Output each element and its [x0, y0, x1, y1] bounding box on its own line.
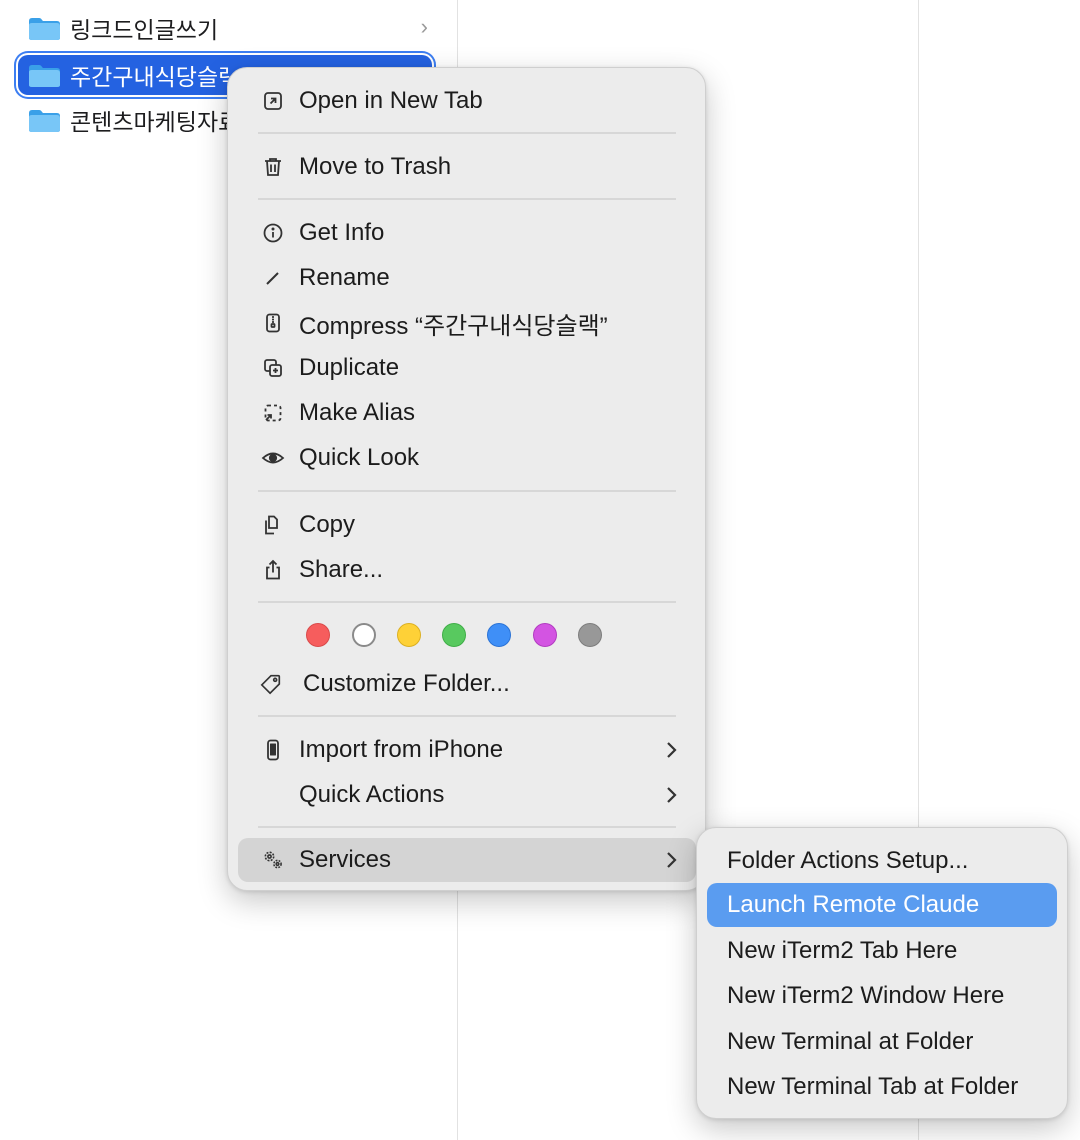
folder-row[interactable]: 링크드인글쓰기 › — [18, 8, 432, 48]
open-new-tab-icon — [260, 79, 286, 123]
submenu-item-new-iterm2-window[interactable]: New iTerm2 Window Here — [707, 974, 1057, 1018]
tag-color-none[interactable] — [352, 623, 376, 647]
alias-icon — [260, 391, 286, 435]
menu-item-rename[interactable]: Rename — [238, 256, 696, 300]
tag-color-gray[interactable] — [578, 623, 602, 647]
tag-icon — [258, 662, 284, 706]
menu-item-label: Make Alias — [299, 399, 416, 426]
pencil-icon — [260, 256, 286, 300]
menu-item-label: Move to Trash — [299, 153, 452, 180]
menu-item-label: Compress “주간구내식당슬랙” — [299, 312, 608, 340]
menu-separator — [258, 198, 676, 200]
menu-item-share[interactable]: Share... — [238, 548, 696, 592]
menu-item-label: Get Info — [299, 219, 385, 246]
tag-color-blue[interactable] — [487, 623, 511, 647]
menu-item-copy[interactable]: Copy — [238, 503, 696, 547]
menu-item-label: Services — [299, 846, 392, 873]
chevron-right-icon — [667, 787, 677, 803]
menu-item-label: Quick Look — [299, 444, 420, 471]
menu-item-quick-actions[interactable]: Quick Actions — [238, 773, 696, 817]
tag-color-yellow[interactable] — [397, 623, 421, 647]
menu-separator — [258, 715, 676, 717]
services-submenu: Folder Actions Setup... Launch Remote Cl… — [696, 827, 1068, 1119]
menu-item-customize-folder[interactable]: Customize Folder... — [238, 662, 696, 706]
menu-item-label: Import from iPhone — [299, 736, 504, 763]
chevron-right-icon — [667, 852, 677, 868]
menu-item-label: Launch Remote Claude — [727, 891, 980, 918]
menu-item-label: New iTerm2 Tab Here — [727, 937, 958, 964]
iphone-icon — [260, 728, 286, 772]
folder-icon — [29, 65, 60, 87]
eye-icon — [260, 436, 286, 480]
duplicate-icon — [260, 346, 286, 390]
folder-name: 콘텐츠마케팅자료 — [70, 109, 230, 135]
submenu-item-launch-remote-claude[interactable]: Launch Remote Claude — [707, 883, 1057, 927]
menu-item-label: Quick Actions — [299, 781, 445, 808]
tag-color-green[interactable] — [442, 623, 466, 647]
menu-item-label: Duplicate — [299, 354, 400, 381]
menu-item-import-iphone[interactable]: Import from iPhone — [238, 728, 696, 772]
menu-item-label: New Terminal Tab at Folder — [727, 1073, 1019, 1100]
folder-icon — [29, 18, 60, 40]
menu-item-label: Copy — [299, 511, 356, 538]
menu-separator — [258, 826, 676, 828]
menu-item-compress[interactable]: Compress “주간구내식당슬랙” — [238, 301, 696, 345]
menu-separator — [258, 132, 676, 134]
chevron-right-icon: › — [420, 14, 428, 39]
gears-icon — [260, 838, 286, 882]
share-icon — [260, 548, 286, 592]
submenu-item-new-iterm2-tab[interactable]: New iTerm2 Tab Here — [707, 929, 1057, 973]
menu-item-label: Rename — [299, 264, 390, 291]
menu-item-label: New iTerm2 Window Here — [727, 982, 1005, 1009]
menu-item-label: Share... — [299, 556, 384, 583]
folder-icon — [29, 110, 60, 132]
menu-item-make-alias[interactable]: Make Alias — [238, 391, 696, 435]
tag-color-red[interactable] — [306, 623, 330, 647]
submenu-item-new-terminal-at-folder[interactable]: New Terminal at Folder — [707, 1020, 1057, 1064]
menu-item-services[interactable]: Services — [238, 838, 696, 882]
folder-name: 주간구내식당슬랙 — [70, 64, 230, 90]
menu-item-label: New Terminal at Folder — [727, 1028, 974, 1055]
menu-item-label: Folder Actions Setup... — [727, 847, 969, 874]
context-menu: Open in New Tab Move to Trash Get Info R… — [227, 67, 706, 891]
chevron-right-icon — [667, 742, 677, 758]
archive-icon — [260, 301, 286, 345]
menu-item-quick-look[interactable]: Quick Look — [238, 436, 696, 480]
menu-item-open-new-tab[interactable]: Open in New Tab — [238, 79, 696, 123]
info-icon — [260, 211, 286, 255]
menu-item-label: Customize Folder... — [303, 670, 510, 697]
menu-item-duplicate[interactable]: Duplicate — [238, 346, 696, 390]
menu-item-move-to-trash[interactable]: Move to Trash — [238, 145, 696, 189]
tag-color-purple[interactable] — [533, 623, 557, 647]
menu-separator — [258, 490, 676, 492]
submenu-item-folder-actions-setup[interactable]: Folder Actions Setup... — [707, 839, 1057, 883]
menu-item-label: Open in New Tab — [299, 87, 483, 114]
submenu-item-new-terminal-tab-at-folder[interactable]: New Terminal Tab at Folder — [707, 1065, 1057, 1109]
copy-icon — [260, 503, 286, 547]
folder-name: 링크드인글쓰기 — [70, 17, 219, 43]
trash-icon — [260, 145, 286, 189]
menu-item-get-info[interactable]: Get Info — [238, 211, 696, 255]
menu-separator — [258, 601, 676, 603]
